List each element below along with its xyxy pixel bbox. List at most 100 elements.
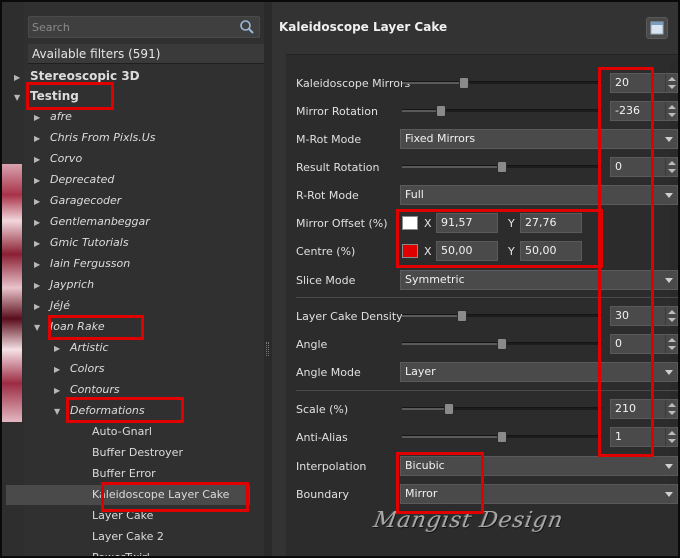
- chevron-right-icon[interactable]: ▶: [34, 192, 44, 212]
- mirror-offset-x-input[interactable]: 91,57: [436, 213, 498, 233]
- tree-item-deformations[interactable]: ▼ Deformations: [54, 401, 145, 421]
- slider-handle[interactable]: [444, 403, 454, 415]
- chevron-right-icon[interactable]: ▶: [34, 297, 44, 317]
- r-rot-mode-select[interactable]: Full: [400, 185, 678, 205]
- slider-handle[interactable]: [497, 161, 507, 173]
- filters-list-header: Available filters (591): [28, 44, 272, 64]
- chevron-right-icon[interactable]: ▶: [34, 234, 44, 254]
- scale-spinbox[interactable]: 210: [610, 399, 678, 419]
- mirror-rotation-spinbox[interactable]: -236: [610, 101, 678, 121]
- search-input[interactable]: [32, 19, 232, 35]
- layer-cake-density-spinbox[interactable]: 30: [610, 306, 678, 326]
- tree-item-layer-cake-2[interactable]: Layer Cake 2: [92, 527, 164, 547]
- slider-handle[interactable]: [457, 310, 467, 322]
- anti-alias-spinbox[interactable]: 1: [610, 427, 678, 447]
- tree-item-joan-rake[interactable]: ▼ Joan Rake: [34, 317, 105, 337]
- chevron-right-icon[interactable]: ▶: [54, 339, 64, 359]
- slider-handle[interactable]: [436, 105, 446, 117]
- tree-item-layer-cake[interactable]: Layer Cake: [92, 506, 153, 526]
- chevron-down-icon: [665, 370, 673, 375]
- chevron-right-icon[interactable]: ▶: [54, 360, 64, 380]
- kaleidoscope-mirrors-label: Kaleidoscope Mirrors: [296, 77, 411, 90]
- tree-item-auto-gnarl[interactable]: Auto-Gnarl: [92, 422, 152, 442]
- kaleidoscope-mirrors-slider[interactable]: [402, 77, 602, 89]
- tree-item-deprecated[interactable]: ▶ Deprecated: [34, 170, 114, 190]
- tree-item-chris[interactable]: ▶ Chris From Pixls.Us: [34, 128, 156, 148]
- tree-item-garagecoder[interactable]: ▶ Garagecoder: [34, 191, 121, 211]
- chevron-down-icon[interactable]: ▼: [34, 318, 44, 338]
- tree-item-iain[interactable]: ▶ Iain Fergusson: [34, 254, 130, 274]
- separator: [296, 390, 678, 391]
- tree-item-jeje[interactable]: ▶ JéJé: [34, 296, 70, 316]
- spin-arrows-icon[interactable]: [665, 74, 677, 92]
- chevron-right-icon[interactable]: ▶: [14, 68, 24, 88]
- search-icon[interactable]: [239, 19, 255, 35]
- tree-item-gmic-tutorials[interactable]: ▶ Gmic Tutorials: [34, 233, 129, 253]
- result-rotation-spinbox[interactable]: 0: [610, 157, 678, 177]
- spin-arrows-icon[interactable]: [665, 307, 677, 325]
- m-rot-mode-select[interactable]: Fixed Mirrors: [400, 129, 678, 149]
- result-rotation-slider[interactable]: [402, 161, 602, 173]
- tree-item-buffer-destroyer[interactable]: Buffer Destroyer: [92, 443, 183, 463]
- result-rotation-label: Result Rotation: [296, 161, 380, 174]
- tree-item-artistic[interactable]: ▶ Artistic: [54, 338, 109, 358]
- spin-arrows-icon[interactable]: [665, 158, 677, 176]
- kaleidoscope-mirrors-spinbox[interactable]: 20: [610, 73, 678, 93]
- toggle-preview-button[interactable]: [646, 17, 668, 39]
- chevron-right-icon[interactable]: ▶: [34, 129, 44, 149]
- r-rot-mode-label: R-Rot Mode: [296, 189, 359, 202]
- centre-y-input[interactable]: 50,00: [520, 241, 582, 261]
- chevron-down-icon[interactable]: ▼: [14, 88, 24, 108]
- scale-slider[interactable]: [402, 403, 602, 415]
- tree-item-kaleidoscope-selected-row[interactable]: Kaleidoscope Layer Cake: [6, 485, 250, 505]
- anti-alias-slider[interactable]: [402, 431, 602, 443]
- chevron-right-icon[interactable]: ▶: [34, 276, 44, 296]
- slider-handle[interactable]: [497, 338, 507, 350]
- mirror-offset-color-swatch[interactable]: [402, 216, 418, 230]
- slice-mode-label: Slice Mode: [296, 274, 356, 287]
- spin-arrows-icon[interactable]: [665, 428, 677, 446]
- tree-item-kaleidoscope-layer-cake: Kaleidoscope Layer Cake: [92, 488, 230, 501]
- angle-mode-select[interactable]: Layer: [400, 362, 678, 382]
- interpolation-select[interactable]: Bicubic: [400, 456, 678, 476]
- slider-fill: [402, 408, 444, 410]
- chevron-down-icon[interactable]: ▼: [54, 402, 64, 422]
- slider-fill: [402, 166, 497, 168]
- spin-arrows-icon[interactable]: [665, 400, 677, 418]
- boundary-label: Boundary: [296, 488, 349, 501]
- mirror-rotation-slider[interactable]: [402, 105, 602, 117]
- tree-item-testing[interactable]: ▼ Testing: [14, 86, 79, 106]
- centre-x-input[interactable]: 50,00: [436, 241, 498, 261]
- angle-slider[interactable]: [402, 338, 602, 350]
- chevron-right-icon[interactable]: ▶: [54, 381, 64, 401]
- panel-splitter[interactable]: [264, 2, 272, 556]
- chevron-right-icon[interactable]: ▶: [34, 150, 44, 170]
- tree-item-jayprich[interactable]: ▶ Jayprich: [34, 275, 94, 295]
- slider-handle[interactable]: [497, 431, 507, 443]
- mirror-rotation-label: Mirror Rotation: [296, 105, 378, 118]
- tree-item-power-twirl[interactable]: PowerTwirl: [92, 548, 150, 556]
- tree-item-colors[interactable]: ▶ Colors: [54, 359, 104, 379]
- chevron-right-icon[interactable]: ▶: [34, 255, 44, 275]
- chevron-right-icon[interactable]: ▶: [34, 213, 44, 233]
- centre-color-swatch[interactable]: [402, 244, 418, 258]
- splitter-grip-icon[interactable]: [266, 342, 269, 356]
- spin-arrows-icon[interactable]: [665, 102, 677, 120]
- separator: [296, 297, 678, 298]
- tree-item-gentlemanbeggar[interactable]: ▶ Gentlemanbeggar: [34, 212, 150, 232]
- chevron-right-icon[interactable]: ▶: [34, 171, 44, 191]
- angle-spinbox[interactable]: 0: [610, 334, 678, 354]
- layer-cake-density-slider[interactable]: [402, 310, 602, 322]
- chevron-down-icon: [665, 464, 673, 469]
- tree-item-stereoscopic[interactable]: ▶ Stereoscopic 3D: [14, 66, 140, 86]
- chevron-right-icon[interactable]: ▶: [34, 108, 44, 128]
- slice-mode-select[interactable]: Symmetric: [400, 270, 678, 290]
- tree-item-corvo[interactable]: ▶ Corvo: [34, 149, 82, 169]
- spin-arrows-icon[interactable]: [665, 335, 677, 353]
- tree-item-buffer-error[interactable]: Buffer Error: [92, 464, 156, 484]
- mirror-offset-y-input[interactable]: 27,76: [520, 213, 582, 233]
- tree-item-afre[interactable]: ▶ afre: [34, 107, 72, 127]
- tree-item-contours[interactable]: ▶ Contours: [54, 380, 120, 400]
- slider-handle[interactable]: [459, 77, 469, 89]
- boundary-select[interactable]: Mirror: [400, 484, 678, 504]
